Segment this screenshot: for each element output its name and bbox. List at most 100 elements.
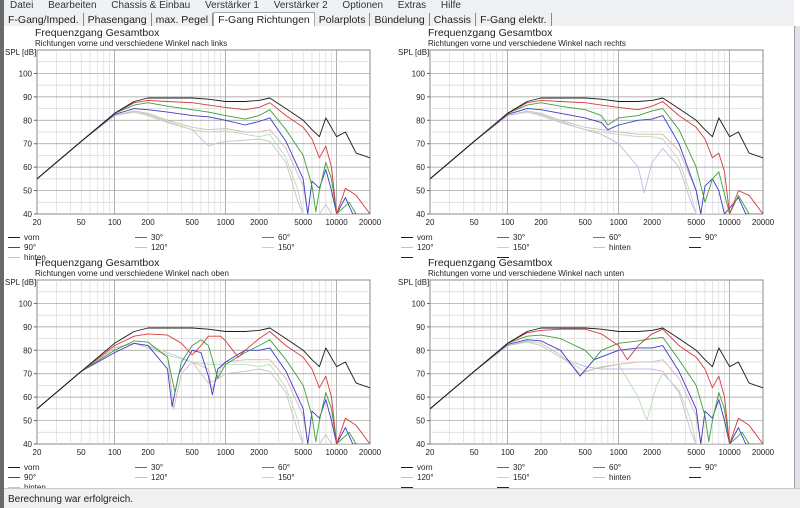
y-tick-label: 60 (416, 163, 425, 172)
tab-polarplots[interactable]: Polarplots (315, 13, 371, 26)
legend-item: 60° (593, 462, 621, 472)
legend-item: vorn (8, 462, 40, 472)
menu-chassis-einbau[interactable]: Chassis & Einbau (111, 0, 190, 11)
legend-label: 30° (151, 232, 164, 242)
legend-label: 60° (278, 462, 291, 472)
x-tick-label: 100 (501, 218, 515, 227)
tab-max-pegel[interactable]: max. Pegel (152, 13, 214, 26)
x-tick-label: 20000 (359, 218, 382, 227)
x-tick-label: 200 (534, 448, 548, 457)
x-tick-label: 50 (470, 448, 479, 457)
y-tick-label: 70 (23, 370, 32, 379)
legend-item (689, 242, 705, 252)
legend-label: vorn (417, 462, 433, 472)
legend-label: 150° (278, 242, 295, 252)
legend-label: 150° (513, 472, 530, 482)
legend-item: 150° (497, 472, 530, 482)
legend-label: 150° (278, 472, 295, 482)
menu-datei[interactable]: Datei (10, 0, 33, 11)
legend-swatch (8, 236, 20, 238)
chart-title: Frequenzgang Gesamtbox (428, 257, 553, 269)
x-tick-label: 500 (185, 448, 199, 457)
legend-label: 60° (278, 232, 291, 242)
y-tick-label: 90 (23, 93, 32, 102)
tab-chassis[interactable]: Chassis (430, 13, 477, 26)
tab-f-gang-elektr[interactable]: F-Gang elektr. (476, 13, 552, 26)
x-tick-label: 10000 (325, 448, 348, 457)
legend-label: 60° (609, 232, 622, 242)
legend-swatch (401, 236, 413, 238)
menu-verstaerker-1[interactable]: Verstärker 1 (205, 0, 259, 11)
chart-title: Frequenzgang Gesamtbox (35, 257, 160, 269)
legend-swatch (8, 476, 20, 478)
x-tick-label: 50 (470, 218, 479, 227)
y-tick-label: 70 (416, 370, 425, 379)
legend-label: 120° (151, 242, 168, 252)
legend-label: 30° (513, 232, 526, 242)
tab-f-gang-richtungen[interactable]: F-Gang Richtungen (213, 12, 315, 26)
legend-label: 90° (705, 232, 718, 242)
legend-item: 30° (497, 462, 525, 472)
legend-label: 120° (417, 472, 434, 482)
chart-panel-rechts: Frequenzgang Gesamtbox Richtungen vorne … (393, 27, 788, 277)
y-tick-label: 60 (23, 393, 32, 402)
menu-verstaerker-2[interactable]: Verstärker 2 (274, 0, 328, 11)
tab-phasengang[interactable]: Phasengang (84, 13, 152, 26)
menu-bearbeiten[interactable]: Bearbeiten (48, 0, 96, 11)
legend-item: 150° (262, 472, 295, 482)
x-tick-label: 1000 (217, 448, 235, 457)
x-tick-label: 500 (578, 448, 592, 457)
legend-item: 60° (262, 232, 290, 242)
menu-extras[interactable]: Extras (398, 0, 426, 11)
y-tick-label: 50 (23, 187, 32, 196)
legend-item: 120° (401, 242, 434, 252)
frequency-response-chart: 40 50 60 70 80 90 100 20 50 100 200 500 1000 2000 5000… (19, 279, 382, 457)
legend-swatch (8, 466, 20, 468)
x-tick-label: 20000 (752, 218, 775, 227)
x-tick-label: 5000 (687, 448, 705, 457)
tab-buendelung[interactable]: Bündelung (370, 13, 430, 26)
y-tick-label: 40 (23, 210, 32, 219)
legend-item: 30° (135, 462, 163, 472)
x-tick-label: 20 (426, 448, 435, 457)
legend-label: hinten (609, 472, 631, 482)
y-tick-label: 80 (416, 116, 425, 125)
legend-swatch (262, 466, 274, 468)
legend-item (689, 472, 705, 482)
legend-swatch (497, 236, 509, 238)
legend-swatch (689, 466, 701, 468)
menu-hilfe[interactable]: Hilfe (441, 0, 461, 11)
y-tick-label: 100 (412, 299, 426, 308)
menu-optionen[interactable]: Optionen (342, 0, 383, 11)
legend-item: 120° (401, 472, 434, 482)
x-tick-label: 2000 (643, 218, 661, 227)
y-tick-label: 70 (23, 140, 32, 149)
y-tick-label: 80 (416, 346, 425, 355)
x-tick-label: 100 (108, 448, 122, 457)
legend-label: 30° (151, 462, 164, 472)
legend-label: vorn (24, 232, 40, 242)
legend-swatch (689, 476, 701, 478)
x-tick-label: 5000 (687, 218, 705, 227)
legend-item: hinten (593, 242, 631, 252)
legend-swatch (497, 246, 509, 248)
y-tick-label: 60 (416, 393, 425, 402)
legend-item: 120° (135, 472, 168, 482)
x-tick-label: 100 (108, 218, 122, 227)
legend-item: 150° (262, 242, 295, 252)
legend-label: vorn (417, 232, 433, 242)
scrollbar[interactable] (794, 26, 800, 488)
legend-swatch (497, 466, 509, 468)
legend-swatch (593, 236, 605, 238)
legend-label: 90° (24, 472, 37, 482)
y-tick-label: 40 (416, 210, 425, 219)
legend-label: 30° (513, 462, 526, 472)
frequency-response-chart: 40 50 60 70 80 90 100 20 50 100 200 500 1000 2000 5000… (412, 49, 775, 227)
legend-swatch (135, 476, 147, 478)
legend-item: 30° (497, 232, 525, 242)
y-tick-label: 90 (416, 323, 425, 332)
legend-label: 120° (417, 242, 434, 252)
tab-f-gang-imped[interactable]: F-Gang/Imped. (4, 13, 84, 26)
legend-item: 120° (135, 242, 168, 252)
x-tick-label: 5000 (294, 448, 312, 457)
